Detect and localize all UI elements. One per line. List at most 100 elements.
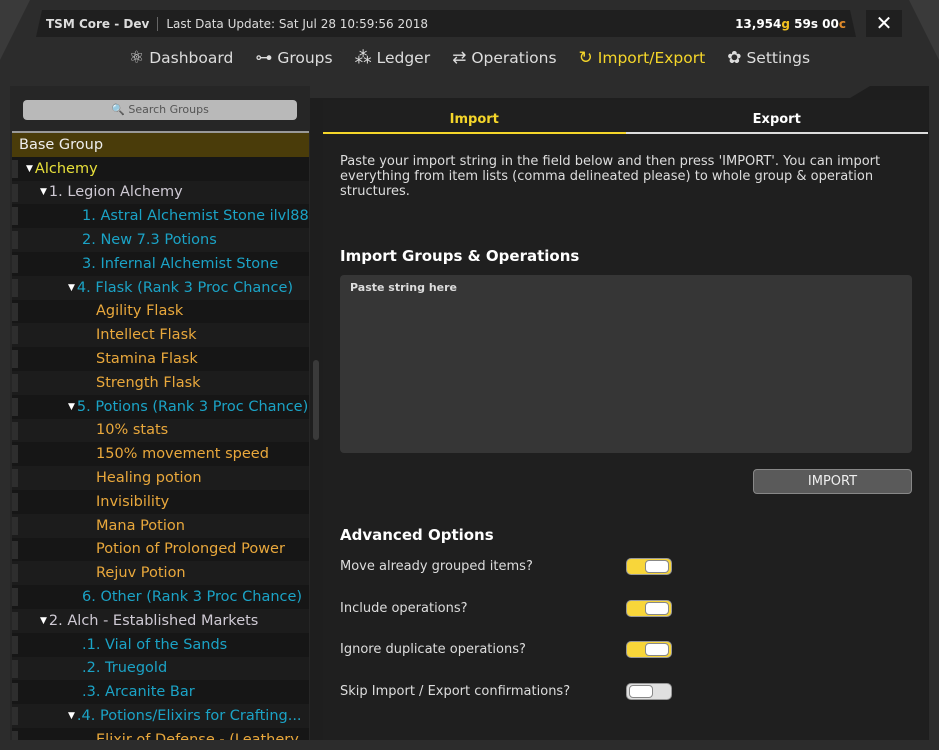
tree-item-label: 4. Flask (Rank 3 Proc Chance) — [76, 279, 294, 296]
row-handle — [12, 683, 18, 702]
row-handle — [12, 516, 18, 535]
row-handle — [12, 540, 18, 559]
option-label: Skip Import / Export confirmations? — [340, 683, 571, 699]
row-handle — [12, 373, 18, 392]
tree-item-label: Strength Flask — [96, 374, 201, 391]
tree-item[interactable]: 2. New 7.3 Potions — [12, 228, 309, 252]
chevron-down-icon[interactable]: ▼ — [26, 164, 33, 174]
group-tree: Base Group ▼ Alchemy ▼ 1. Legion Alchemy 1. A… — [12, 133, 309, 740]
option-toggle[interactable] — [626, 599, 672, 617]
option-toggle[interactable] — [626, 682, 672, 700]
title-bar: TSM Core - Dev Last Data Update: Sat Jul… — [36, 10, 856, 37]
chevron-down-icon[interactable]: ▼ — [40, 187, 47, 197]
scrollbar[interactable] — [313, 360, 319, 440]
nav-groups[interactable]: ⊶ Groups — [255, 48, 332, 68]
tree-item[interactable]: .3. Arcanite Bar — [12, 680, 309, 705]
row-handle — [12, 492, 18, 511]
description: Paste your import string in the field be… — [340, 154, 881, 199]
tree-item-label: 10% stats — [96, 422, 169, 439]
tree-item-label: Agility Flask — [96, 303, 184, 320]
tree-item[interactable]: 3. Infernal Alchemist Stone — [12, 251, 309, 276]
row-handle — [12, 159, 18, 178]
nav-label: Ledger — [376, 49, 431, 67]
row-handle — [12, 207, 18, 226]
tree-item-label: .2. Truegold — [82, 660, 168, 677]
tree-item[interactable]: ▼ 5. Potions (Rank 3 Proc Chance) — [12, 394, 309, 419]
tree-item[interactable]: Invisibility — [12, 489, 309, 514]
section-title: Import Groups & Operations — [340, 247, 580, 265]
tree-item[interactable]: 150% movement speed — [12, 442, 309, 467]
tree-item[interactable]: 6. Other (Rank 3 Proc Chance) — [12, 585, 309, 609]
row-handle — [12, 611, 18, 630]
tree-item-label: Elixir of Defense - (Leathery — [96, 731, 299, 740]
tree-item[interactable]: Rejuv Potion — [12, 561, 309, 586]
row-handle — [12, 564, 18, 583]
tree-item[interactable]: Intellect Flask — [12, 323, 309, 348]
row-handle — [12, 635, 18, 654]
nav-label: Import/Export — [597, 49, 706, 67]
groups-icon: ⊶ — [255, 48, 273, 68]
nav-ledger[interactable]: ⁂ Ledger — [355, 48, 431, 68]
tree-item[interactable]: Agility Flask — [12, 299, 309, 324]
tree-item[interactable]: Healing potion — [12, 466, 309, 490]
chevron-down-icon[interactable]: ▼ — [68, 711, 75, 721]
tree-item[interactable]: Potion of Prolonged Power — [12, 537, 309, 562]
nav-dashboard[interactable]: ⚛ Dashboard — [129, 48, 233, 68]
import-button[interactable]: IMPORT — [753, 469, 912, 494]
tree-item-label: Mana Potion — [96, 517, 185, 534]
nav-settings[interactable]: ✿ Settings — [727, 48, 810, 68]
tab-import[interactable]: Import — [323, 100, 626, 134]
tree-item-label: Stamina Flask — [96, 351, 198, 368]
search-groups-input[interactable]: 🔍 Search Groups — [23, 100, 297, 120]
tree-item-label: 5. Potions (Rank 3 Proc Chance) — [76, 398, 309, 415]
option-label: Include operations? — [340, 600, 468, 616]
row-handle — [12, 588, 18, 607]
tree-item[interactable]: ▼ Alchemy — [12, 156, 309, 181]
app-title: TSM Core - Dev — [46, 16, 159, 31]
tree-item-label: .1. Vial of the Sands — [82, 636, 228, 653]
tree-item[interactable]: 1. Astral Alchemist Stone ilvl88... — [12, 204, 309, 229]
tree-item-label: Intellect Flask — [96, 327, 197, 344]
tree-item-label: 1. Legion Alchemy — [48, 184, 183, 201]
tree-item[interactable]: Base Group — [12, 133, 309, 157]
tree-item-label: 150% movement speed — [96, 446, 269, 463]
close-button[interactable]: ✕ — [866, 10, 902, 37]
row-handle — [12, 707, 18, 726]
tree-item[interactable]: .2. Truegold — [12, 656, 309, 681]
option-toggle[interactable] — [626, 641, 672, 658]
tree-item[interactable]: 10% stats — [12, 418, 309, 443]
tree-item[interactable]: ▼ 4. Flask (Rank 3 Proc Chance) — [12, 275, 309, 300]
row-handle — [12, 421, 18, 440]
option-label: Ignore duplicate operations? — [340, 642, 526, 657]
tree-item[interactable]: Strength Flask — [12, 370, 309, 395]
tree-item-label: .3. Arcanite Bar — [82, 684, 195, 701]
import-export-icon: ↻ — [578, 48, 593, 68]
row-handle — [12, 730, 18, 740]
last-update: Last Data Update: Sat Jul 28 10:59:56 20… — [166, 16, 429, 31]
chevron-down-icon[interactable]: ▼ — [68, 283, 75, 293]
row-handle — [12, 278, 18, 297]
tree-item[interactable]: Elixir of Defense - (Leathery — [12, 727, 309, 740]
tree-item-label: Base Group — [19, 136, 104, 153]
tree-item[interactable]: ▼ 1. Legion Alchemy — [12, 180, 309, 205]
tree-item-label: 1. Astral Alchemist Stone ilvl88... — [82, 208, 309, 225]
tree-item[interactable]: ▼ 2. Alch - Established Markets — [12, 608, 309, 633]
tree-item[interactable]: .1. Vial of the Sands — [12, 632, 309, 657]
option-toggle[interactable] — [626, 558, 672, 575]
nav-import-export[interactable]: ↻ Import/Export — [579, 48, 706, 68]
chevron-down-icon[interactable]: ▼ — [68, 402, 75, 412]
tree-item-label: Rejuv Potion — [96, 565, 186, 582]
tab-export[interactable]: Export — [625, 100, 928, 134]
import-string-input[interactable] — [340, 275, 912, 453]
tree-item[interactable]: Mana Potion — [12, 513, 309, 538]
tree-item[interactable]: Stamina Flask — [12, 347, 309, 371]
option-label: Move already grouped items? — [340, 559, 533, 574]
row-handle — [12, 469, 18, 488]
row-handle — [12, 397, 18, 416]
operations-icon: ⇄ — [452, 48, 467, 68]
tree-item-label: Invisibility — [96, 493, 170, 510]
tree-item[interactable]: ▼ .4. Potions/Elixirs for Crafting... — [12, 704, 309, 728]
main-nav: ⚛ Dashboard ⊶ Groups ⁂ Ledger ⇄ Operations ↻ Impo… — [0, 48, 939, 68]
chevron-down-icon[interactable]: ▼ — [40, 616, 47, 626]
nav-operations[interactable]: ⇄ Operations — [452, 48, 556, 68]
